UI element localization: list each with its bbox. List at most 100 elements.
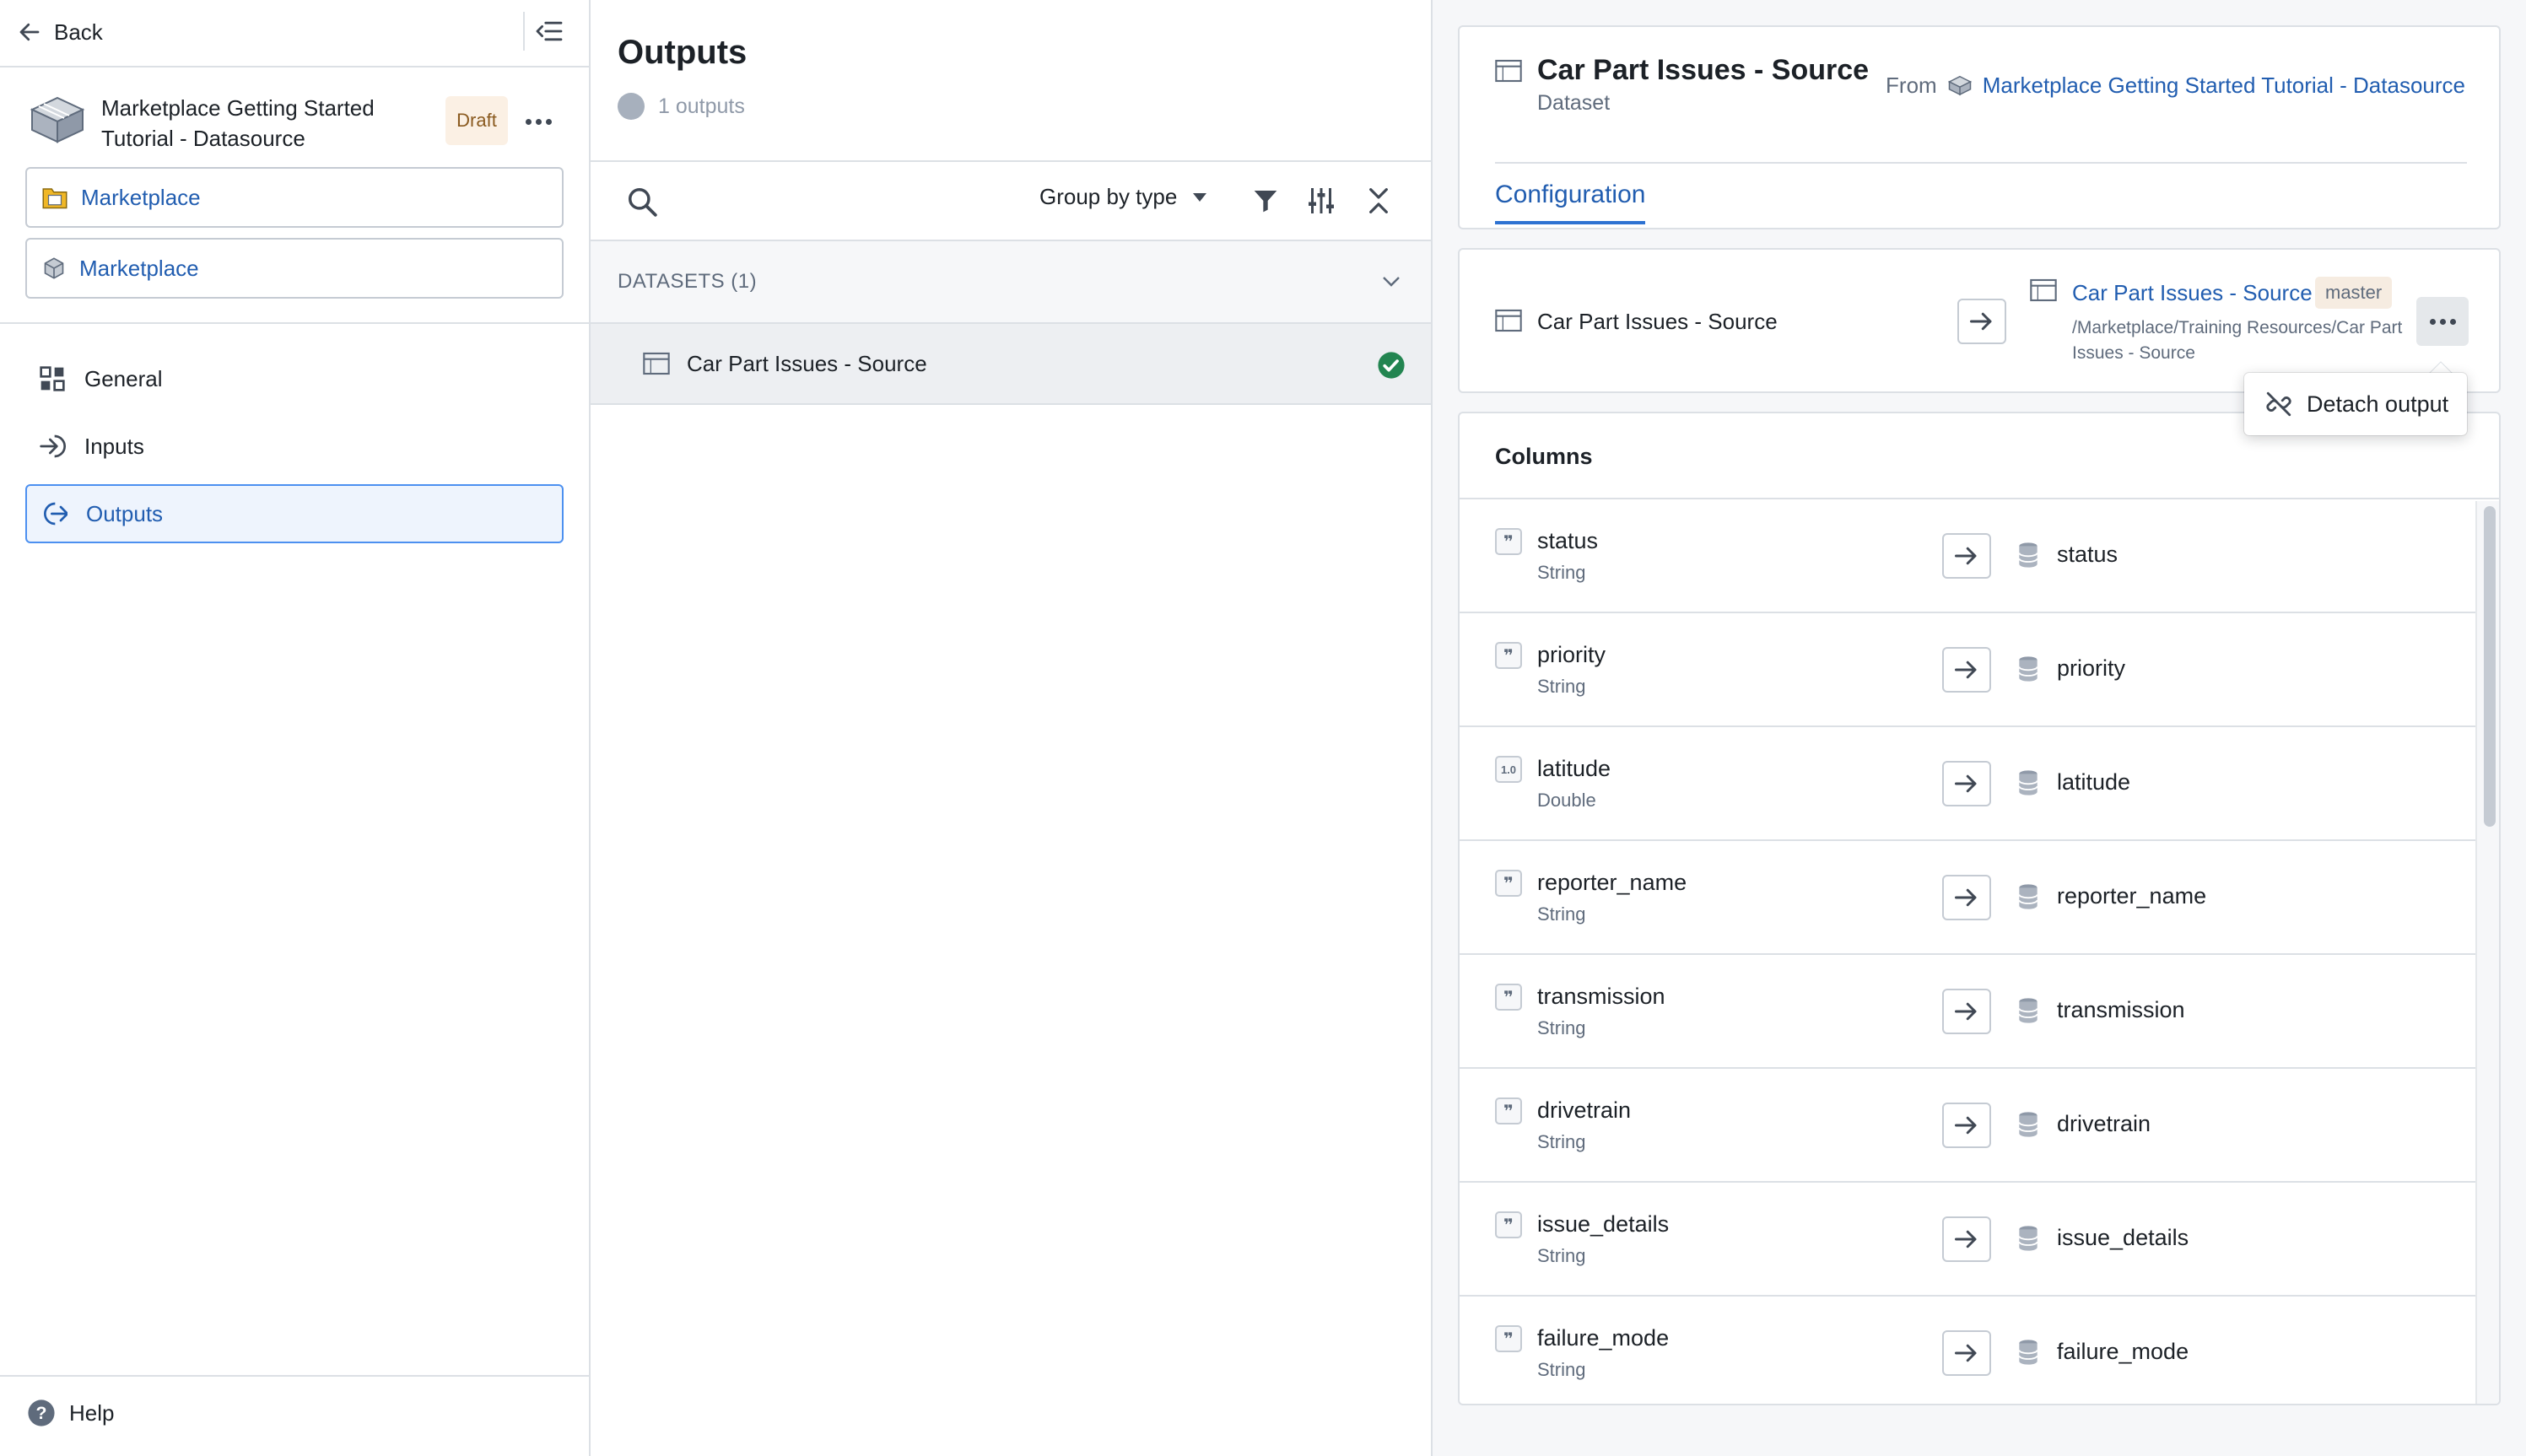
page-title: Outputs [618,34,748,71]
column-arrow-button[interactable] [1942,1216,1991,1262]
marketplace-product-link[interactable]: Marketplace [25,238,564,299]
outputs-toolbar: Group by type [591,160,1431,241]
nav-label: Outputs [86,500,164,526]
project-more-button[interactable] [516,105,560,138]
target-column-name: issue_details [2057,1225,2189,1250]
target-column-name: reporter_name [2057,883,2207,909]
column-mapping-row: ❞ reporter_name String reporter_name [1460,841,2499,955]
nav-item-general[interactable]: General [25,349,564,408]
column-type: String [1537,1131,1586,1152]
source-link[interactable]: Marketplace Getting Started Tutorial - D… [1983,73,2465,99]
arrow-right-icon [1955,547,1977,565]
arrow-left-icon [19,23,40,41]
datasets-section-header[interactable]: DATASETS (1) [591,241,1431,324]
nav-label: Inputs [84,433,144,459]
caret-down-icon [1193,192,1207,202]
column-name: priority [1537,642,1606,667]
datasource-icon [1947,75,1972,95]
dataset-table-icon [2030,278,2057,302]
from-label: From [1886,73,1937,98]
column-name: failure_mode [1537,1325,1670,1351]
scrollbar-thumb[interactable] [2484,506,2496,827]
column-type: String [1537,676,1586,697]
column-arrow-button[interactable] [1942,875,1991,920]
help-icon: ? [28,1399,55,1426]
back-button[interactable]: Back [17,15,103,49]
folder-icon [42,188,67,209]
output-title: Car Part Issues - Source [1537,54,1870,86]
target-column-name: latitude [2057,769,2131,795]
target-column-name: status [2057,542,2118,567]
column-mapping-row: ❞ drivetrain String drivetrain [1460,1069,2499,1183]
nav-item-outputs[interactable]: Outputs [25,484,564,543]
column-arrow-button[interactable] [1942,989,1991,1034]
column-type: Double [1537,790,1596,811]
mapping-arrow-button[interactable] [1957,299,2006,344]
dataset-table-icon [1495,59,1522,83]
scrollbar-track[interactable] [2475,501,2499,1404]
string-icon: ❞ [1495,1097,1522,1124]
chevron-down-icon [1383,277,1400,287]
source-attribution: From Marketplace Getting Started Tutoria… [1886,73,2465,99]
detach-output-menu-item[interactable]: Detach output [2244,373,2467,435]
arrow-right-icon [1955,1230,1977,1248]
check-circle-icon [1378,352,1405,379]
arrow-right-icon [1955,1116,1977,1135]
dataset-list-item[interactable]: Car Part Issues - Source [591,324,1431,405]
sidebar: Back Marketplace Getting Started Tutoria… [0,0,591,1456]
datasource-icon [27,93,88,148]
column-name: reporter_name [1537,870,1687,895]
column-arrow-button[interactable] [1942,761,1991,806]
target-column-name: drivetrain [2057,1111,2151,1136]
outputs-count-label: 1 outputs [658,94,745,118]
log-in-icon [40,434,66,458]
column-type: String [1537,1017,1586,1038]
link-label: Marketplace [79,255,199,281]
status-dot-icon [618,93,645,120]
link-label: Marketplace [81,184,201,210]
column-type: String [1537,1245,1586,1266]
string-icon: ❞ [1495,1211,1522,1238]
marketplace-folder-link[interactable]: Marketplace [25,167,564,228]
tab-configuration[interactable]: Configuration [1495,181,1646,224]
more-icon [2429,318,2436,325]
column-name: issue_details [1537,1211,1670,1237]
filter-icon[interactable] [1252,187,1279,214]
columns-title: Columns [1495,444,1593,469]
nav-item-inputs[interactable]: Inputs [25,417,564,476]
target-column-name: priority [2057,655,2126,681]
column-mapping-row: ❞ issue_details String issue_details [1460,1183,2499,1297]
group-by-select[interactable]: Group by type [1039,184,1207,210]
mapping-more-button[interactable] [2416,297,2469,346]
database-icon [2018,884,2038,909]
target-dataset-link[interactable]: Car Part Issues - Source [2072,280,2313,306]
column-mapping-row: ❞ failure_mode String failure_mode [1460,1297,2499,1404]
column-name: drivetrain [1537,1097,1632,1123]
column-mapping-row: ❞ transmission String transmission [1460,955,2499,1069]
search-icon[interactable] [626,186,658,218]
project-title: Marketplace Getting Started Tutorial - D… [101,95,375,151]
column-type: String [1537,1359,1586,1380]
column-arrow-button[interactable] [1942,533,1991,579]
outputs-list-panel: Outputs 1 outputs Group by type DATASETS… [591,0,1433,1456]
database-icon [2018,656,2038,682]
dataset-path: /Marketplace/Training Resources/Car Part… [2072,318,2403,363]
help-button[interactable]: ? Help [27,1399,114,1427]
column-arrow-button[interactable] [1942,1103,1991,1148]
help-label: Help [69,1399,115,1426]
output-header-card: Car Part Issues - Source Dataset From Ma… [1458,25,2501,229]
database-icon [2018,1340,2038,1365]
source-dataset-name: Car Part Issues - Source [1537,309,1778,334]
column-arrow-button[interactable] [1942,1330,1991,1376]
collapse-sidebar-button[interactable] [523,12,574,51]
column-mapping-row: ❞ status String status [1460,499,2499,613]
cube-icon [44,257,64,279]
arrow-right-icon [1955,774,1977,793]
settings-sliders-icon[interactable] [1306,186,1336,216]
arrow-right-icon [1970,312,1992,331]
draft-badge: Draft [445,96,508,145]
output-type: Dataset [1537,91,1611,115]
column-arrow-button[interactable] [1942,647,1991,693]
collapse-all-icon[interactable] [1365,187,1392,214]
dataset-table-icon [643,352,670,375]
